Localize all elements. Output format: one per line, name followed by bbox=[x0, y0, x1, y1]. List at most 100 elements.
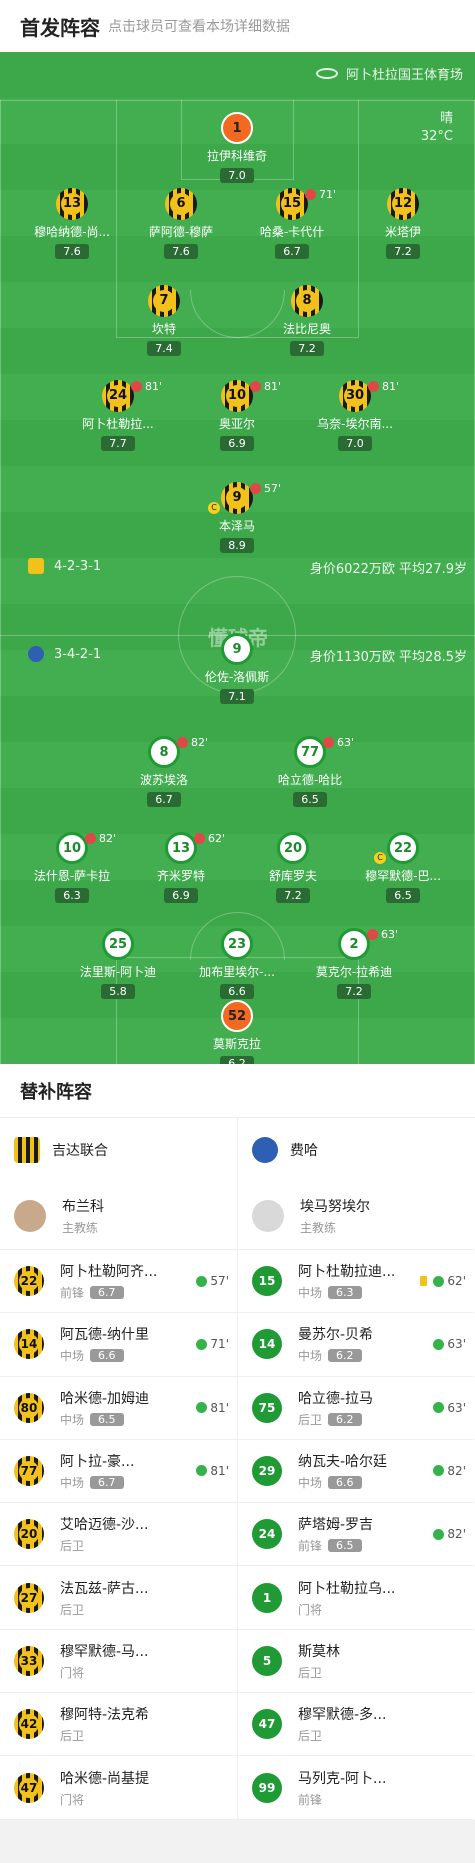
player-rating: 7.7 bbox=[101, 436, 135, 451]
sub-number-badge: 29 bbox=[252, 1456, 282, 1487]
player-name: 萨阿德-穆萨 bbox=[148, 225, 214, 239]
sub-player-row[interactable]: 99 马列克-阿卜... 前锋 bbox=[238, 1756, 474, 1820]
home-player[interactable]: 24 81' 阿卜杜勒拉... 7.7 bbox=[63, 380, 173, 451]
player-number-badge: 77 bbox=[294, 736, 326, 768]
home-player[interactable]: 15 71' 哈桑-卡代什 6.7 bbox=[237, 188, 347, 259]
away-player[interactable]: 2 63' 莫克尔-拉希迪 7.2 bbox=[299, 928, 409, 999]
sub-player-row[interactable]: 5 斯莫林 后卫 bbox=[238, 1630, 474, 1694]
sub-player-row[interactable]: 42 穆阿特-法克希 后卫 bbox=[0, 1693, 237, 1757]
sub-player-row[interactable]: 29 纳瓦夫-哈尔廷 中场 6.6 82' bbox=[238, 1440, 474, 1504]
away-team-row[interactable]: 费哈 bbox=[238, 1118, 474, 1182]
home-formation: 4-2-3-1 bbox=[28, 558, 101, 574]
sub-player-row[interactable]: 20 艾哈迈德-沙... 后卫 bbox=[0, 1503, 237, 1567]
player-number-badge: 52 bbox=[221, 1000, 253, 1032]
sub-player-row[interactable]: 24 萨塔姆-罗吉 前锋 6.5 82' bbox=[238, 1503, 474, 1567]
sub-off-indicator: 81' bbox=[131, 380, 162, 393]
home-player[interactable]: 9 C 57' 本泽马 8.9 bbox=[182, 482, 292, 553]
sub-name: 斯莫林 bbox=[298, 1643, 340, 1660]
sub-player-row[interactable]: 33 穆罕默德-马... 门将 bbox=[0, 1630, 237, 1694]
sub-name: 纳瓦夫-哈尔廷 bbox=[298, 1454, 388, 1471]
home-player[interactable]: 8 法比尼奥 7.2 bbox=[252, 285, 362, 356]
sub-player-row[interactable]: 80 哈米德-加姆迪 中场 6.5 81' bbox=[0, 1377, 237, 1440]
player-name: 坎特 bbox=[151, 322, 176, 336]
sub-on-icon bbox=[433, 1402, 445, 1414]
away-coach[interactable]: 埃马努埃尔 主教练 bbox=[238, 1182, 474, 1250]
page-title: 首发阵容 bbox=[20, 15, 100, 40]
player-rating: 7.2 bbox=[386, 244, 420, 259]
sub-on-icon bbox=[433, 1465, 445, 1477]
sub-player-row[interactable]: 14 曼苏尔-贝希 中场 6.2 63' bbox=[238, 1313, 474, 1377]
away-player[interactable]: 23 加布里埃尔-... 6.6 bbox=[182, 928, 292, 999]
home-player[interactable]: 6 萨阿德-穆萨 7.6 bbox=[126, 188, 236, 259]
away-player[interactable]: 10 82' 法什恩-萨卡拉 6.3 bbox=[17, 832, 127, 903]
player-number-badge: 10 bbox=[56, 832, 88, 864]
player-name: 奥亚尔 bbox=[218, 417, 255, 431]
away-player[interactable]: 20 舒库罗夫 7.2 bbox=[238, 832, 348, 903]
sub-on-icon bbox=[433, 1528, 445, 1540]
sub-player-row[interactable]: 14 阿瓦德-纳什里 中场 6.6 71' bbox=[0, 1313, 237, 1377]
sub-on-indicator: 71' bbox=[196, 1337, 229, 1351]
sub-off-icon bbox=[305, 189, 316, 200]
home-player[interactable]: 10 81' 奥亚尔 6.9 bbox=[182, 380, 292, 451]
home-player[interactable]: 12 米塔伊 7.2 bbox=[348, 188, 458, 259]
player-number-badge: 12 bbox=[387, 188, 419, 220]
player-rating: 6.5 bbox=[293, 792, 327, 807]
away-player[interactable]: 25 法里斯-阿卜迪 5.8 bbox=[63, 928, 173, 999]
sub-rating: 6.3 bbox=[328, 1286, 362, 1300]
player-rating: 5.8 bbox=[101, 984, 135, 999]
away-formation: 3-4-2-1 bbox=[28, 646, 101, 662]
sub-player-row[interactable]: 77 阿卜拉-豪... 中场 6.7 81' bbox=[0, 1440, 237, 1504]
player-name: 法什恩-萨卡拉 bbox=[33, 869, 111, 883]
sub-player-row[interactable]: 22 阿卜杜勒阿齐... 前锋 6.7 57' bbox=[0, 1250, 237, 1314]
sub-number-badge: 14 bbox=[252, 1329, 282, 1360]
player-name: 拉伊科维奇 bbox=[206, 149, 267, 163]
sub-number-badge: 99 bbox=[252, 1772, 282, 1803]
player-name: 加布里埃尔-... bbox=[199, 965, 275, 979]
player-name: 阿卜杜勒拉... bbox=[82, 417, 154, 431]
home-player[interactable]: 7 坎特 7.4 bbox=[109, 285, 219, 356]
coach-role: 主教练 bbox=[300, 1220, 337, 1235]
sub-on-icon bbox=[196, 1402, 208, 1414]
away-player[interactable]: 22 C 穆罕默德-巴... 6.5 bbox=[348, 832, 458, 903]
sub-on-indicator: 62' bbox=[420, 1274, 466, 1288]
player-rating: 7.2 bbox=[290, 341, 324, 356]
sub-off-indicator: 82' bbox=[177, 736, 208, 749]
away-player[interactable]: 77 63' 哈立德-哈比 6.5 bbox=[255, 736, 365, 807]
sub-position: 中场 bbox=[60, 1412, 85, 1427]
sub-name: 马列克-阿卜... bbox=[298, 1770, 387, 1787]
away-player[interactable]: 52 莫斯克拉 6.2 bbox=[182, 1000, 292, 1064]
sub-number-badge: 42 bbox=[14, 1709, 44, 1740]
sub-rating: 6.7 bbox=[90, 1286, 124, 1300]
sub-player-row[interactable]: 47 哈米德-尚基提 门将 bbox=[0, 1756, 237, 1820]
home-coach[interactable]: 布兰科 主教练 bbox=[0, 1182, 237, 1250]
player-rating: 7.6 bbox=[164, 244, 198, 259]
away-player[interactable]: 9 伦佐-洛佩斯 7.1 bbox=[182, 633, 292, 704]
sub-player-row[interactable]: 27 法瓦兹-萨古... 后卫 bbox=[0, 1566, 237, 1630]
sub-off-indicator: 63' bbox=[323, 736, 354, 749]
sub-off-indicator: 62' bbox=[194, 832, 225, 845]
sub-name: 艾哈迈德-沙... bbox=[60, 1517, 149, 1534]
away-player[interactable]: 8 82' 波苏埃洛 6.7 bbox=[109, 736, 219, 807]
sub-player-row[interactable]: 1 阿卜杜勒拉乌... 门将 bbox=[238, 1566, 474, 1630]
coach-role: 主教练 bbox=[62, 1220, 99, 1235]
home-player[interactable]: 13 穆哈纳德-尚... 7.6 bbox=[17, 188, 127, 259]
home-team-logo-icon bbox=[14, 1137, 40, 1163]
sub-rating: 6.7 bbox=[90, 1476, 124, 1490]
player-number-badge: 30 bbox=[339, 380, 371, 412]
sub-name: 穆阿特-法克希 bbox=[60, 1707, 150, 1724]
sub-position: 门将 bbox=[60, 1665, 85, 1680]
sub-player-row[interactable]: 15 阿卜杜勒拉迪... 中场 6.3 62' bbox=[238, 1250, 474, 1314]
player-rating: 7.0 bbox=[338, 436, 372, 451]
sub-player-row[interactable]: 47 穆罕默德-多... 后卫 bbox=[238, 1693, 474, 1757]
away-player[interactable]: 13 62' 齐米罗特 6.9 bbox=[126, 832, 236, 903]
home-player[interactable]: 30 81' 乌奈-埃尔南... 7.0 bbox=[300, 380, 410, 451]
sub-name: 萨塔姆-罗吉 bbox=[298, 1517, 374, 1534]
home-formation-text: 4-2-3-1 bbox=[54, 558, 102, 574]
player-name: 莫克尔-拉希迪 bbox=[315, 965, 393, 979]
sub-player-row[interactable]: 75 哈立德-拉马 后卫 6.2 63' bbox=[238, 1377, 474, 1440]
sub-position: 前锋 bbox=[298, 1792, 323, 1807]
player-name: 乌奈-埃尔南... bbox=[317, 417, 393, 431]
home-team-row[interactable]: 吉达联合 bbox=[0, 1118, 237, 1182]
home-player[interactable]: 1 拉伊科维奇 7.0 bbox=[182, 112, 292, 183]
player-rating: 6.7 bbox=[275, 244, 309, 259]
